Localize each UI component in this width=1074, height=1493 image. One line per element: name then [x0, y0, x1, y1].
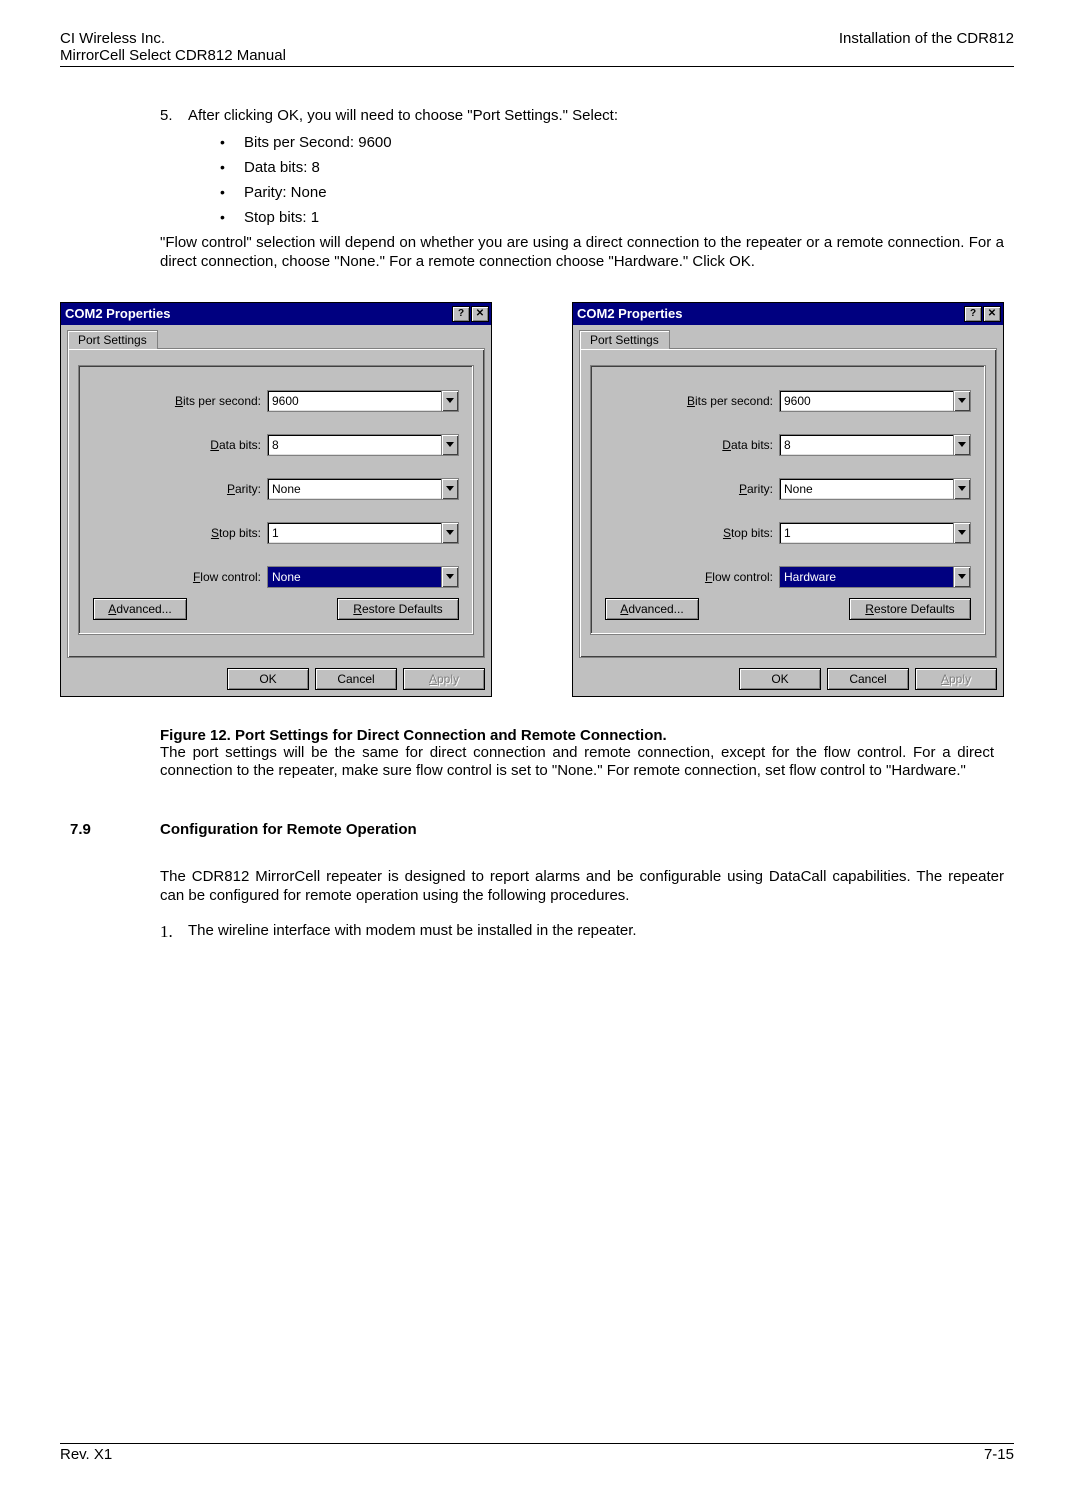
header-manual: MirrorCell Select CDR812 Manual: [60, 47, 286, 64]
label-parity: Parity:: [653, 482, 773, 496]
com2-properties-dialog-remote: COM2 Properties ? ✕ Port Settings Bits p…: [572, 302, 1004, 697]
restore-defaults-button[interactable]: Restore Defaults: [849, 598, 971, 620]
step-5-num: 5.: [160, 107, 188, 124]
page-header-2: MirrorCell Select CDR812 Manual: [60, 47, 1014, 64]
chevron-down-icon[interactable]: [953, 479, 970, 499]
section-step-1-text: The wireline interface with modem must b…: [188, 922, 637, 942]
combo-bits-per-second[interactable]: 9600: [267, 390, 459, 412]
figure-text: The port settings will be the same for d…: [160, 744, 994, 782]
cancel-button[interactable]: Cancel: [827, 668, 909, 690]
bullet-icon: •: [220, 184, 244, 200]
header-company: CI Wireless Inc.: [60, 30, 165, 47]
combo-stop-bits[interactable]: 1: [779, 522, 971, 544]
header-section: Installation of the CDR812: [839, 30, 1014, 47]
chevron-down-icon[interactable]: [441, 479, 458, 499]
section-step-1: 1. The wireline interface with modem mus…: [160, 922, 1004, 942]
label-data-bits: Data bits:: [141, 438, 261, 452]
help-icon[interactable]: ?: [452, 306, 470, 322]
bullet-1-text: Bits per Second: 9600: [244, 134, 392, 151]
dialog-title: COM2 Properties: [577, 306, 682, 321]
section-number: 7.9: [70, 821, 160, 838]
section-step-1-num: 1.: [160, 922, 188, 942]
close-icon[interactable]: ✕: [471, 306, 489, 322]
chevron-down-icon[interactable]: [953, 391, 970, 411]
bullet-3-text: Parity: None: [244, 184, 327, 201]
label-data-bits: Data bits:: [653, 438, 773, 452]
bullet-3: • Parity: None: [160, 184, 1004, 201]
bullet-4-text: Stop bits: 1: [244, 209, 319, 226]
combo-stop-bits[interactable]: 1: [267, 522, 459, 544]
bullet-2: • Data bits: 8: [160, 159, 1004, 176]
page-footer: Rev. X1 7-15: [60, 1441, 1014, 1463]
help-icon[interactable]: ?: [964, 306, 982, 322]
ok-button[interactable]: OK: [739, 668, 821, 690]
bullet-icon: •: [220, 159, 244, 175]
combo-parity[interactable]: None: [779, 478, 971, 500]
figure-title: Figure 12. Port Settings for Direct Conn…: [160, 727, 994, 744]
settings-group: Bits per second: 9600 Data bits:: [78, 365, 474, 635]
tab-port-settings[interactable]: Port Settings: [579, 330, 670, 349]
ok-button[interactable]: OK: [227, 668, 309, 690]
chevron-down-icon[interactable]: [441, 567, 458, 587]
restore-defaults-button[interactable]: Restore Defaults: [337, 598, 459, 620]
bullet-4: • Stop bits: 1: [160, 209, 1004, 226]
step-5: 5. After clicking OK, you will need to c…: [160, 107, 1004, 124]
dialog-title: COM2 Properties: [65, 306, 170, 321]
apply-button: Apply: [403, 668, 485, 690]
cancel-button[interactable]: Cancel: [315, 668, 397, 690]
footer-rev: Rev. X1: [60, 1446, 112, 1463]
advanced-button[interactable]: Advanced...: [605, 598, 699, 620]
page-header: CI Wireless Inc. Installation of the CDR…: [60, 30, 1014, 47]
bullet-icon: •: [220, 209, 244, 225]
section-title: Configuration for Remote Operation: [160, 821, 417, 838]
chevron-down-icon[interactable]: [441, 391, 458, 411]
bullet-1: • Bits per Second: 9600: [160, 134, 1004, 151]
combo-bits-per-second[interactable]: 9600: [779, 390, 971, 412]
combo-data-bits[interactable]: 8: [779, 434, 971, 456]
section-paragraph: The CDR812 MirrorCell repeater is design…: [160, 868, 1004, 906]
chevron-down-icon[interactable]: [953, 567, 970, 587]
section-heading: 7.9 Configuration for Remote Operation: [70, 821, 1004, 838]
flow-control-paragraph: "Flow control" selection will depend on …: [160, 234, 1004, 272]
chevron-down-icon[interactable]: [953, 523, 970, 543]
step-5-text: After clicking OK, you will need to choo…: [188, 107, 618, 124]
dialog-titlebar: COM2 Properties ? ✕: [573, 303, 1003, 325]
close-icon[interactable]: ✕: [983, 306, 1001, 322]
chevron-down-icon[interactable]: [441, 523, 458, 543]
label-bits: Bits per second:: [141, 394, 261, 408]
com2-properties-dialog-direct: COM2 Properties ? ✕ Port Settings Bits p…: [60, 302, 492, 697]
chevron-down-icon[interactable]: [953, 435, 970, 455]
combo-flow-control[interactable]: None: [267, 566, 459, 588]
label-flow-control: Flow control:: [653, 570, 773, 584]
combo-data-bits[interactable]: 8: [267, 434, 459, 456]
settings-group: Bits per second: 9600 Data bits:: [590, 365, 986, 635]
footer-page: 7-15: [984, 1446, 1014, 1463]
advanced-button[interactable]: Advanced...: [93, 598, 187, 620]
bullet-2-text: Data bits: 8: [244, 159, 320, 176]
label-stop-bits: Stop bits:: [141, 526, 261, 540]
label-parity: Parity:: [141, 482, 261, 496]
apply-button: Apply: [915, 668, 997, 690]
label-flow-control: Flow control:: [141, 570, 261, 584]
combo-flow-control[interactable]: Hardware: [779, 566, 971, 588]
chevron-down-icon[interactable]: [441, 435, 458, 455]
combo-parity[interactable]: None: [267, 478, 459, 500]
dialog-titlebar: COM2 Properties ? ✕: [61, 303, 491, 325]
tab-port-settings[interactable]: Port Settings: [67, 330, 158, 349]
bullet-icon: •: [220, 134, 244, 150]
label-stop-bits: Stop bits:: [653, 526, 773, 540]
label-bits: Bits per second:: [653, 394, 773, 408]
figure-caption: Figure 12. Port Settings for Direct Conn…: [160, 727, 1004, 782]
